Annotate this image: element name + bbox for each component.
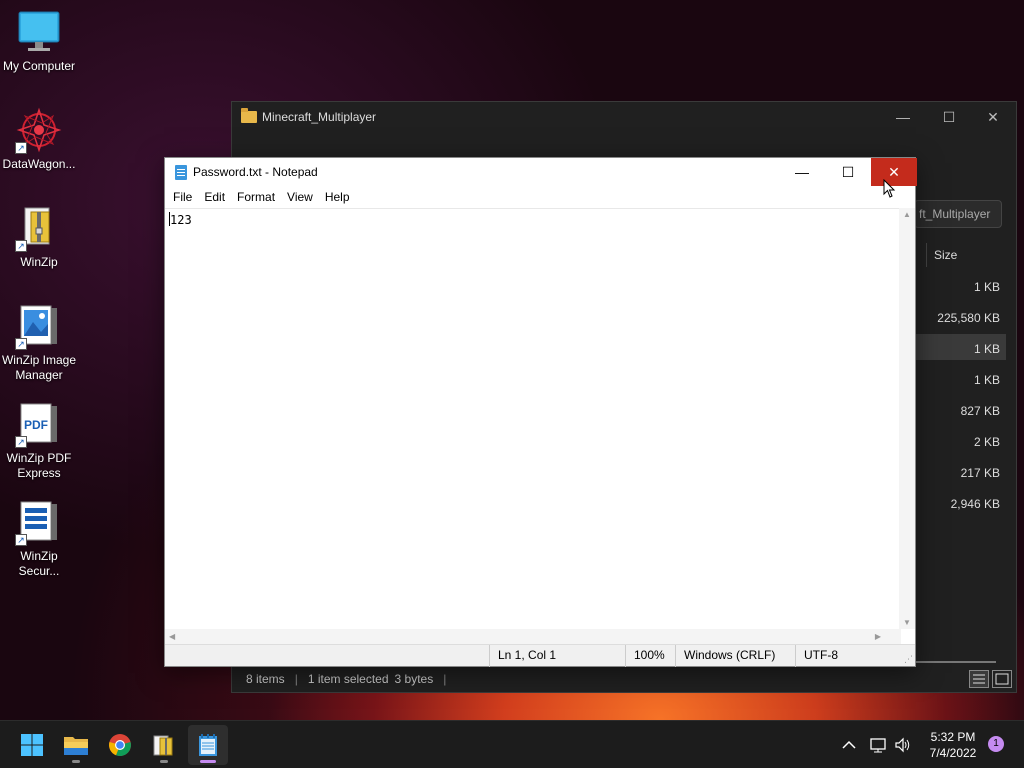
- taskbar-file-explorer[interactable]: [56, 725, 96, 765]
- menu-file[interactable]: File: [167, 190, 198, 204]
- shortcut-arrow-icon: ↗: [15, 338, 27, 350]
- explorer-maximize-button[interactable]: ☐: [926, 102, 972, 132]
- notepad-icon: [175, 164, 187, 180]
- winzip-secure-icon: ↗: [15, 498, 63, 546]
- scroll-left-arrow-icon[interactable]: ◀: [169, 632, 175, 641]
- status-separator: |: [443, 672, 447, 686]
- winzip-image-icon: ↗: [15, 302, 63, 350]
- start-icon: [21, 734, 43, 756]
- winzip-icon: [153, 735, 173, 756]
- notepad-minimize-button[interactable]: —: [779, 158, 825, 186]
- explorer-close-button[interactable]: ✕: [970, 102, 1016, 132]
- notepad-text-area[interactable]: 123: [165, 208, 901, 629]
- desktop-icon-label: DataWagon...: [2, 157, 76, 171]
- notepad-title: Password.txt - Notepad: [193, 165, 318, 179]
- taskbar-clock[interactable]: 5:32 PM 7/4/2022: [918, 729, 988, 761]
- scroll-down-arrow-icon[interactable]: ▼: [903, 618, 911, 627]
- taskbar-chrome[interactable]: [100, 725, 140, 765]
- desktop-icon-winzip[interactable]: ↗ WinZip: [0, 204, 78, 270]
- winzip-pdf-icon: PDF ↗: [15, 400, 63, 448]
- line-ending: Windows (CRLF): [675, 645, 775, 667]
- column-header-size[interactable]: Size: [934, 248, 957, 262]
- chrome-icon: [109, 734, 131, 757]
- pdf-badge: PDF: [24, 418, 48, 432]
- clock-time: 5:32 PM: [930, 730, 976, 744]
- desktop-icon-label: WinZip: [20, 255, 58, 269]
- explorer-search-box[interactable]: ft_Multiplayer: [914, 200, 1002, 228]
- menu-format[interactable]: Format: [231, 190, 281, 204]
- desktop-icon-label: My Computer: [2, 59, 76, 73]
- mouse-cursor-icon: [883, 179, 896, 198]
- zoom-level: 100%: [625, 645, 665, 667]
- selection-info: 1 item selected: [307, 672, 389, 686]
- scroll-right-arrow-icon[interactable]: ▶: [875, 632, 881, 641]
- explorer-title: Minecraft_Multiplayer: [262, 110, 377, 124]
- shortcut-arrow-icon: ↗: [15, 240, 27, 252]
- notification-badge[interactable]: 1: [988, 736, 1004, 752]
- desktop: My Computer ↗ DataWagon... ↗ WinZip ↗ Wi…: [0, 0, 1024, 720]
- scroll-up-arrow-icon[interactable]: ▲: [903, 210, 911, 219]
- taskbar: 5:32 PM 7/4/2022: [0, 720, 1024, 768]
- explorer-horizontal-scrollbar[interactable]: [916, 661, 996, 663]
- large-icons-view-button[interactable]: [992, 670, 1012, 688]
- notepad-icon: [199, 734, 217, 756]
- menu-edit[interactable]: Edit: [198, 190, 231, 204]
- resize-grip-icon[interactable]: ⋰: [904, 654, 913, 665]
- shortcut-arrow-icon: ↗: [15, 436, 27, 448]
- chevron-up-icon: [842, 740, 856, 749]
- shortcut-arrow-icon: ↗: [15, 142, 27, 154]
- desktop-icon-label: WinZip Image Manager: [1, 353, 77, 382]
- running-indicator: [160, 760, 168, 763]
- start-button[interactable]: [12, 725, 52, 765]
- shortcut-arrow-icon: ↗: [15, 534, 27, 546]
- explorer-minimize-button[interactable]: —: [880, 102, 926, 132]
- status-separator: |: [294, 672, 298, 686]
- winzip-icon: ↗: [15, 204, 63, 252]
- desktop-icon-winzip-secure[interactable]: ↗ WinZip Secur...: [0, 498, 78, 579]
- menu-view[interactable]: View: [281, 190, 319, 204]
- explorer-status-bar: 8 items | 1 item selected 3 bytes |: [232, 666, 1016, 692]
- volume-button[interactable]: [894, 721, 912, 768]
- item-count: 8 items: [246, 672, 285, 686]
- desktop-icon-datawagon[interactable]: ↗ DataWagon...: [0, 106, 78, 172]
- notepad-status-bar: Ln 1, Col 1 100% Windows (CRLF) UTF-8 ⋰: [165, 644, 915, 667]
- taskbar-notepad[interactable]: [188, 725, 228, 765]
- column-divider[interactable]: [926, 243, 927, 267]
- datawagon-icon: ↗: [15, 106, 63, 154]
- selection-size: 3 bytes: [394, 672, 434, 686]
- folder-icon: [241, 108, 257, 123]
- volume-icon: [895, 737, 910, 753]
- cursor-position: Ln 1, Col 1: [489, 645, 556, 667]
- running-indicator: [200, 760, 216, 763]
- menu-help[interactable]: Help: [319, 190, 356, 204]
- horizontal-scrollbar[interactable]: ◀ ▶: [165, 629, 901, 645]
- running-indicator: [72, 760, 80, 763]
- desktop-icon-my-computer[interactable]: My Computer: [0, 8, 78, 74]
- desktop-icon-label: WinZip PDF Express: [6, 451, 72, 480]
- notepad-maximize-button[interactable]: ☐: [825, 158, 871, 186]
- file-explorer-icon: [64, 737, 88, 755]
- network-icon: [870, 738, 886, 753]
- desktop-icon-winzip-image-manager[interactable]: ↗ WinZip Image Manager: [0, 302, 78, 383]
- monitor-icon: [15, 8, 63, 56]
- clock-date: 7/4/2022: [929, 746, 977, 760]
- network-button[interactable]: [869, 721, 887, 768]
- notepad-titlebar[interactable]: Password.txt - Notepad — ☐ ✕: [165, 158, 917, 186]
- notepad-menu-bar: File Edit Format View Help: [165, 186, 915, 208]
- desktop-icon-winzip-pdf-express[interactable]: PDF ↗ WinZip PDF Express: [0, 400, 78, 481]
- details-view-button[interactable]: [969, 670, 989, 688]
- desktop-icon-label: WinZip Secur...: [18, 549, 60, 578]
- notepad-content: 123: [170, 213, 192, 227]
- show-hidden-icons-button[interactable]: [842, 721, 856, 768]
- encoding: UTF-8: [795, 645, 838, 667]
- notepad-window[interactable]: Password.txt - Notepad — ☐ ✕ File Edit F…: [164, 157, 917, 667]
- vertical-scrollbar[interactable]: ▲ ▼: [899, 208, 915, 629]
- taskbar-winzip[interactable]: [144, 725, 184, 765]
